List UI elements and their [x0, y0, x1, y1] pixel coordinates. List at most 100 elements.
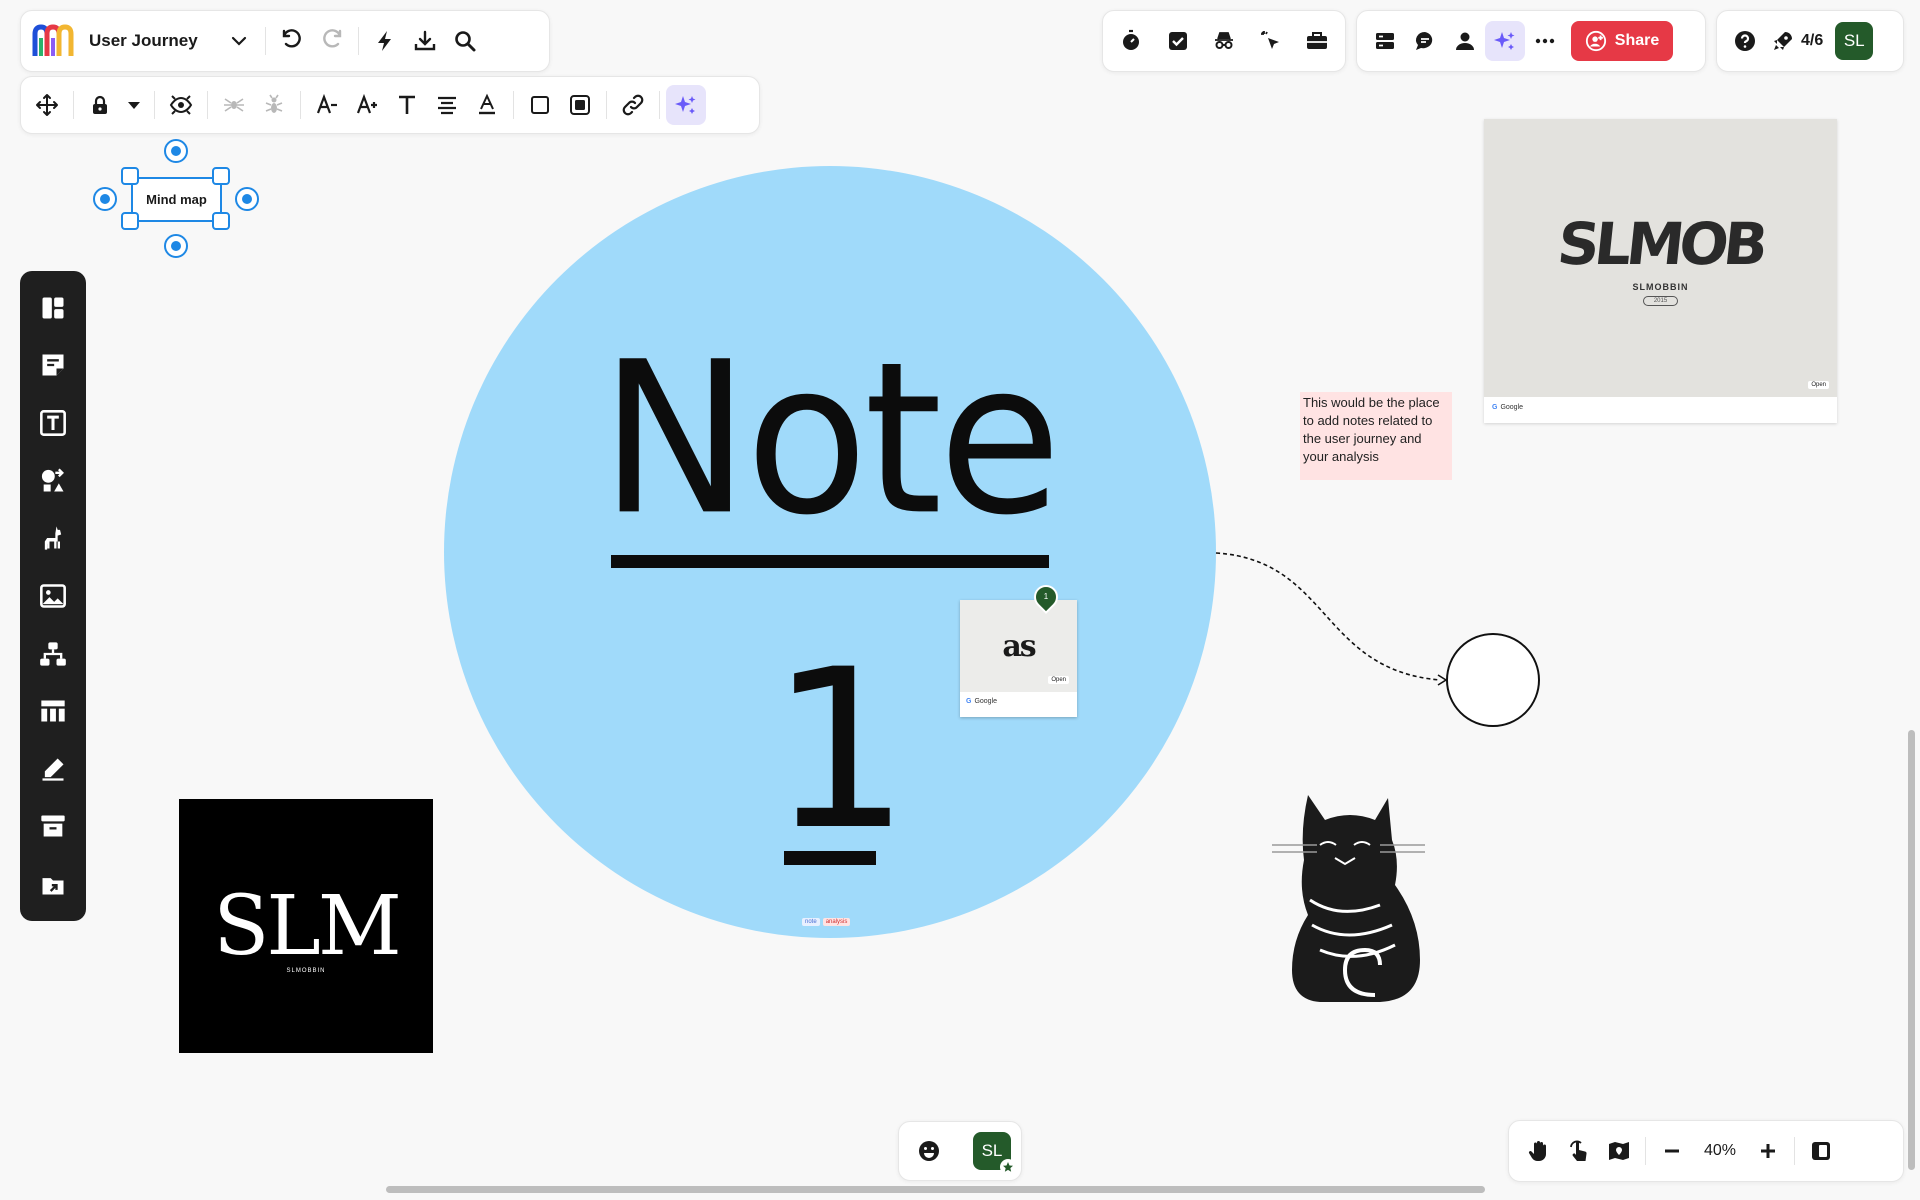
collaborator-avatar[interactable]: SL: [973, 1132, 1016, 1175]
cursor-click-icon[interactable]: [1251, 21, 1291, 61]
pen-icon[interactable]: [31, 747, 75, 791]
mind-map-icon[interactable]: [31, 632, 75, 676]
tag-chip[interactable]: note: [802, 918, 820, 926]
archive-icon[interactable]: [31, 804, 75, 848]
download-icon[interactable]: [405, 21, 445, 61]
templates-icon[interactable]: [31, 286, 75, 330]
undo-button[interactable]: [272, 21, 312, 61]
cat-illustration[interactable]: [1270, 790, 1430, 1005]
link-icon[interactable]: [613, 85, 653, 125]
add-node-left-icon[interactable]: [93, 187, 117, 211]
link-card-slmob[interactable]: SLMOB SLMOBBIN 2015 Open G Google: [1484, 119, 1837, 423]
slm-logo-image[interactable]: SLM SLMOBBIN: [179, 799, 433, 1053]
horizontal-scrollbar[interactable]: [386, 1186, 1485, 1193]
text-color-icon[interactable]: [467, 85, 507, 125]
resize-handle[interactable]: [212, 212, 230, 230]
avatar-initials: SL: [981, 1141, 1003, 1160]
link-card-as[interactable]: as Open G Google: [960, 600, 1077, 717]
note-number-text[interactable]: 1: [770, 640, 910, 860]
user-avatar[interactable]: SL: [1835, 22, 1874, 60]
board-header: User Journey: [20, 10, 550, 72]
toolbox-icon[interactable]: [1297, 21, 1337, 61]
image-icon[interactable]: [31, 574, 75, 618]
format-toolbar: [20, 76, 760, 134]
connector-arrow[interactable]: [1210, 540, 1460, 690]
search-icon[interactable]: [445, 21, 485, 61]
open-link-button[interactable]: Open: [1048, 676, 1069, 684]
sticky-note[interactable]: This would be the place to add notes rel…: [1300, 392, 1452, 480]
llama-icon[interactable]: [31, 516, 75, 560]
chevron-down-icon[interactable]: [219, 21, 259, 61]
checkbox-icon[interactable]: [1158, 21, 1198, 61]
sticky-note-icon[interactable]: [31, 343, 75, 387]
touch-mode-icon[interactable]: [1559, 1131, 1599, 1171]
decrease-font-icon[interactable]: [307, 85, 347, 125]
slmob-year-badge: 2015: [1642, 296, 1679, 306]
table-icon[interactable]: [31, 689, 75, 733]
tag-chip[interactable]: analysis: [822, 918, 851, 926]
google-icon: G: [966, 698, 972, 705]
presentation-count: 4/6: [1801, 32, 1824, 49]
add-node-bottom-icon[interactable]: [164, 234, 188, 258]
resize-handle[interactable]: [121, 167, 139, 185]
lightning-icon[interactable]: [365, 21, 405, 61]
vertical-scrollbar[interactable]: [1908, 730, 1915, 1170]
zoom-level[interactable]: 40%: [1692, 1142, 1748, 1160]
ai-assistant-icon[interactable]: [1485, 21, 1525, 61]
align-center-icon[interactable]: [427, 85, 467, 125]
incognito-icon[interactable]: [1204, 21, 1244, 61]
hand-icon[interactable]: [1519, 1131, 1559, 1171]
timer-icon[interactable]: [1111, 21, 1151, 61]
minimap-icon[interactable]: [1599, 1131, 1639, 1171]
comment-count: 1: [1043, 592, 1049, 601]
ant-icon[interactable]: [254, 85, 294, 125]
increase-font-icon[interactable]: [347, 85, 387, 125]
more-icon[interactable]: [1525, 21, 1565, 61]
emoji-icon[interactable]: [909, 1131, 949, 1171]
link-card-thumbnail: as Open: [960, 600, 1077, 692]
text-tool-icon[interactable]: [31, 401, 75, 445]
resize-handle[interactable]: [212, 167, 230, 185]
user-icon[interactable]: [1445, 21, 1485, 61]
number-underline: [784, 851, 876, 865]
lock-icon[interactable]: [80, 85, 120, 125]
visibility-icon[interactable]: [161, 85, 201, 125]
divider: [513, 91, 514, 119]
caret-down-icon[interactable]: [120, 85, 148, 125]
ai-sparkle-icon[interactable]: [666, 85, 706, 125]
share-button[interactable]: Share: [1571, 21, 1673, 61]
fill-icon[interactable]: [560, 85, 600, 125]
divider: [207, 91, 208, 119]
zoom-out-button[interactable]: [1652, 1131, 1692, 1171]
add-node-right-icon[interactable]: [235, 187, 259, 211]
help-icon[interactable]: [1725, 21, 1765, 61]
shapes-icon[interactable]: [31, 459, 75, 503]
mind-map-node[interactable]: Mind map: [131, 177, 222, 222]
app-logo-icon[interactable]: [31, 21, 75, 61]
divider: [358, 27, 359, 55]
divider: [1645, 1137, 1646, 1165]
empty-circle-shape[interactable]: [1446, 633, 1540, 727]
share-label: Share: [1614, 32, 1660, 49]
board-title[interactable]: User Journey: [89, 31, 219, 51]
account-toolbar: 4/6 SL: [1716, 10, 1904, 72]
resize-handle[interactable]: [121, 212, 139, 230]
redo-button[interactable]: [312, 21, 352, 61]
presentation-counter[interactable]: 4/6: [1771, 29, 1823, 53]
comment-icon[interactable]: [1405, 21, 1445, 61]
note-title-text[interactable]: Note: [600, 334, 1061, 545]
zoom-in-button[interactable]: [1748, 1131, 1788, 1171]
list-view-icon[interactable]: [1365, 21, 1405, 61]
zoom-bar: 40%: [1508, 1120, 1904, 1182]
sidebar-toggle-icon[interactable]: [1801, 1131, 1841, 1171]
open-link-button[interactable]: Open: [1808, 381, 1829, 389]
spider-icon[interactable]: [214, 85, 254, 125]
link-source: Google: [1500, 404, 1524, 411]
text-icon[interactable]: [387, 85, 427, 125]
add-node-top-icon[interactable]: [164, 139, 188, 163]
link-source: Google: [974, 698, 998, 705]
move-icon[interactable]: [27, 85, 67, 125]
border-icon[interactable]: [520, 85, 560, 125]
link-card-thumbnail: SLMOB SLMOBBIN 2015 Open: [1484, 119, 1837, 397]
import-icon[interactable]: [31, 862, 75, 906]
